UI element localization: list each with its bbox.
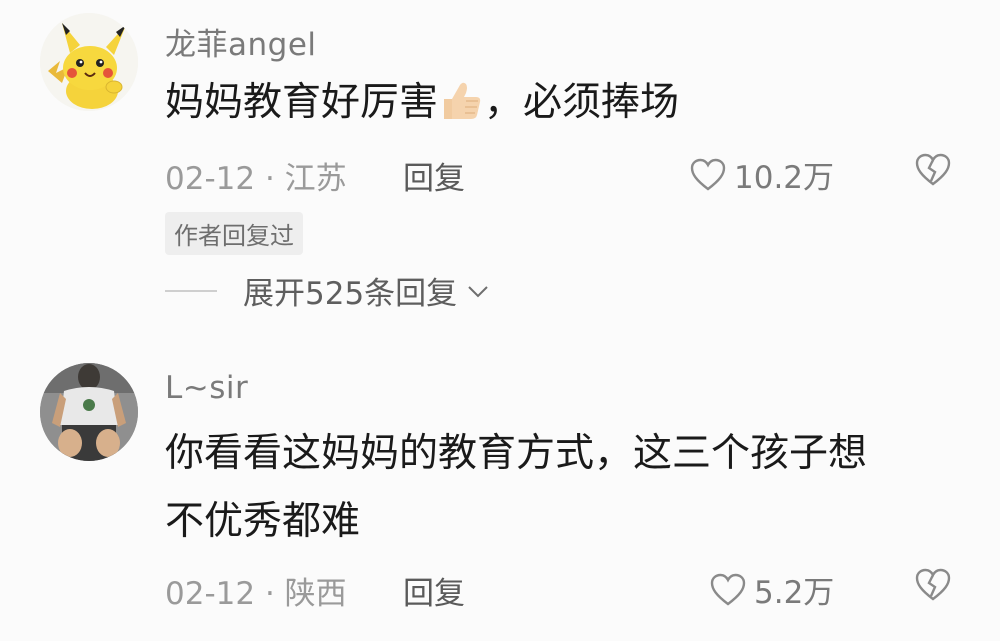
heart-outline-icon: [710, 573, 746, 606]
reply-button[interactable]: 回复: [403, 153, 465, 198]
expand-replies-button[interactable]: 展开525条回复: [165, 268, 491, 313]
comment-text-line: 不优秀都难: [165, 499, 361, 544]
reply-button[interactable]: 回复: [403, 568, 465, 613]
person-photo-avatar-icon: [40, 363, 138, 461]
dislike-button[interactable]: [915, 153, 951, 191]
comment-meta: 02-12 · 江苏: [165, 153, 347, 198]
pikachu-avatar-icon: [40, 13, 138, 111]
like-button[interactable]: 5.2万: [710, 567, 834, 612]
divider: [165, 289, 217, 292]
broken-heart-icon: [915, 568, 951, 601]
username[interactable]: L~sir: [165, 370, 248, 406]
chevron-down-icon: [468, 285, 488, 297]
comment-item: L~sir 你看看这妈妈的教育方式，这三个孩子想 不优秀都难 02-12 · 陕…: [0, 340, 1000, 641]
comment-item: 龙菲angel 妈妈教育好厉害 ，必须捧场 02-12 · 江苏 回复 10.2…: [0, 0, 1000, 330]
broken-heart-icon: [915, 153, 951, 186]
expand-replies-label: 展开525条回复: [243, 276, 458, 312]
comment-text-part: ，必须捧场: [484, 80, 680, 125]
thumbs-up-emoji-icon: [438, 75, 484, 143]
comment-date: 02-12: [165, 161, 256, 197]
author-replied-badge: 作者回复过: [165, 212, 303, 255]
meta-separator: ·: [264, 161, 275, 197]
meta-separator: ·: [264, 576, 275, 612]
like-button[interactable]: 10.2万: [690, 152, 834, 197]
like-count: 5.2万: [754, 575, 835, 611]
comment-list: 龙菲angel 妈妈教育好厉害 ，必须捧场 02-12 · 江苏 回复 10.2…: [0, 0, 1000, 641]
username[interactable]: 龙菲angel: [165, 19, 317, 64]
comment-date: 02-12: [165, 576, 256, 612]
dislike-button[interactable]: [915, 568, 951, 606]
comment-text-part: 妈妈教育好厉害: [165, 80, 439, 125]
avatar[interactable]: [40, 13, 138, 111]
comment-text: 你看看这妈妈的教育方式，这三个孩子想 不优秀都难: [165, 420, 867, 556]
heart-outline-icon: [690, 158, 726, 191]
like-count: 10.2万: [734, 160, 835, 196]
comment-text-line: 你看看这妈妈的教育方式，这三个孩子想: [165, 431, 868, 476]
comment-meta: 02-12 · 陕西: [165, 568, 347, 613]
comment-text: 妈妈教育好厉害 ，必须捧场: [165, 69, 679, 143]
comment-location: 江苏: [284, 161, 347, 197]
comment-location: 陕西: [284, 576, 347, 612]
avatar[interactable]: [40, 363, 138, 461]
